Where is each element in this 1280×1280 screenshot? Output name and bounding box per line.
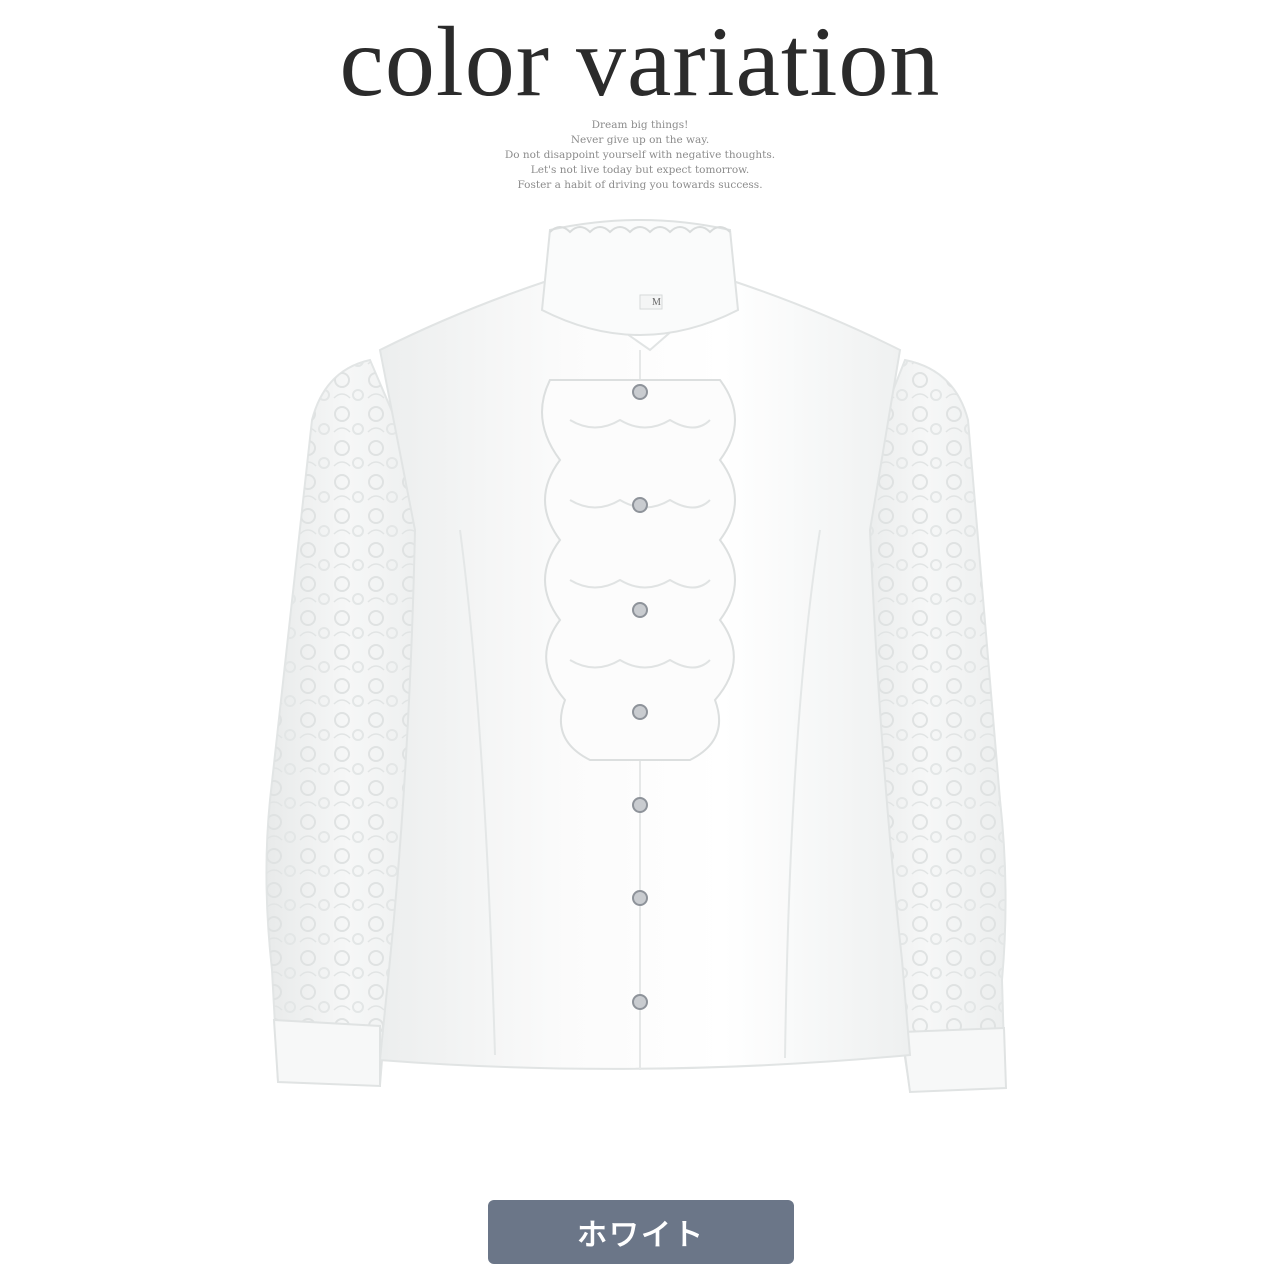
tagline: Dream big things! Never give up on the w… [0, 118, 1280, 193]
button-icon [632, 890, 648, 906]
page-title: color variation [339, 6, 941, 117]
button-icon [632, 994, 648, 1010]
product-photo: M [230, 200, 1050, 1190]
color-variant-white-button[interactable]: ホワイト [488, 1200, 794, 1264]
button-icon [632, 497, 648, 513]
svg-text:M: M [652, 297, 661, 308]
button-icon [632, 704, 648, 720]
ruffle-collar [540, 219, 740, 336]
size-tag: M [652, 297, 661, 308]
jabot-ruffles [541, 379, 736, 761]
tagline-line: Dream big things! [591, 119, 689, 131]
button-icon [632, 384, 648, 400]
tagline-line: Do not disappoint yourself with negative… [504, 149, 776, 161]
button-icon [632, 797, 648, 813]
tagline-line: Let's not live today but expect tomorrow… [530, 164, 750, 176]
tagline-line: Foster a habit of driving you towards su… [517, 179, 763, 191]
button-icon [632, 602, 648, 618]
tagline-line: Never give up on the way. [570, 134, 710, 146]
